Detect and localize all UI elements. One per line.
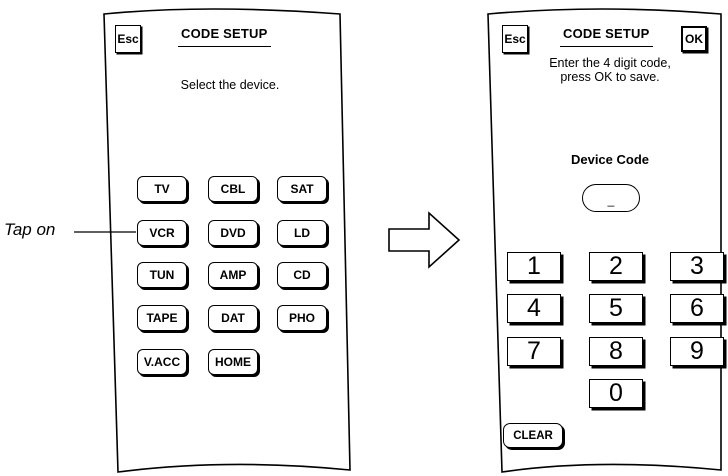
tap-annotation: Tap on xyxy=(4,220,56,239)
key-3-button[interactable]: 3 xyxy=(670,252,724,281)
key-6-button[interactable]: 6 xyxy=(670,294,724,323)
esc-button[interactable]: Esc xyxy=(115,25,141,53)
key-5-button[interactable]: 5 xyxy=(589,294,643,323)
key-2-button[interactable]: 2 xyxy=(589,252,643,281)
ok-button[interactable]: OK xyxy=(681,26,707,52)
device-button-tape[interactable]: TAPE xyxy=(137,305,187,331)
arrow-right-icon xyxy=(388,211,461,269)
esc-button[interactable]: Esc xyxy=(502,25,528,53)
key-8-button[interactable]: 8 xyxy=(589,337,643,366)
device-code-label: Device Code xyxy=(570,152,650,167)
screen-title: CODE SETUP xyxy=(178,26,271,47)
clear-button[interactable]: CLEAR xyxy=(503,423,563,448)
key-0-button[interactable]: 0 xyxy=(589,379,643,408)
device-button-dat[interactable]: DAT xyxy=(208,305,258,331)
key-4-button[interactable]: 4 xyxy=(507,294,561,323)
device-button-amp[interactable]: AMP xyxy=(208,262,258,288)
device-button-ld[interactable]: LD xyxy=(277,220,327,246)
device-button-dvd[interactable]: DVD xyxy=(208,220,258,246)
device-button-tun[interactable]: TUN xyxy=(137,262,187,288)
instruction-text-line2: press OK to save. xyxy=(560,70,660,84)
device-button-cbl[interactable]: CBL xyxy=(208,176,258,202)
device-button-cd[interactable]: CD xyxy=(277,262,327,288)
instruction-text-line1: Enter the 4 digit code, xyxy=(549,56,671,70)
device-button-tv[interactable]: TV xyxy=(137,176,187,202)
key-7-button[interactable]: 7 xyxy=(507,337,561,366)
device-button-sat[interactable]: SAT xyxy=(277,176,327,202)
device-button-pho[interactable]: PHO xyxy=(277,305,327,331)
device-button-vcr[interactable]: VCR xyxy=(137,220,187,246)
instruction-text: Select the device. xyxy=(180,78,280,92)
screen-title: CODE SETUP xyxy=(560,26,653,47)
device-button-vacc[interactable]: V.ACC xyxy=(137,349,187,375)
key-1-button[interactable]: 1 xyxy=(507,252,561,281)
device-code-field: _ xyxy=(582,184,640,212)
device-button-home[interactable]: HOME xyxy=(208,349,258,375)
key-9-button[interactable]: 9 xyxy=(670,337,724,366)
